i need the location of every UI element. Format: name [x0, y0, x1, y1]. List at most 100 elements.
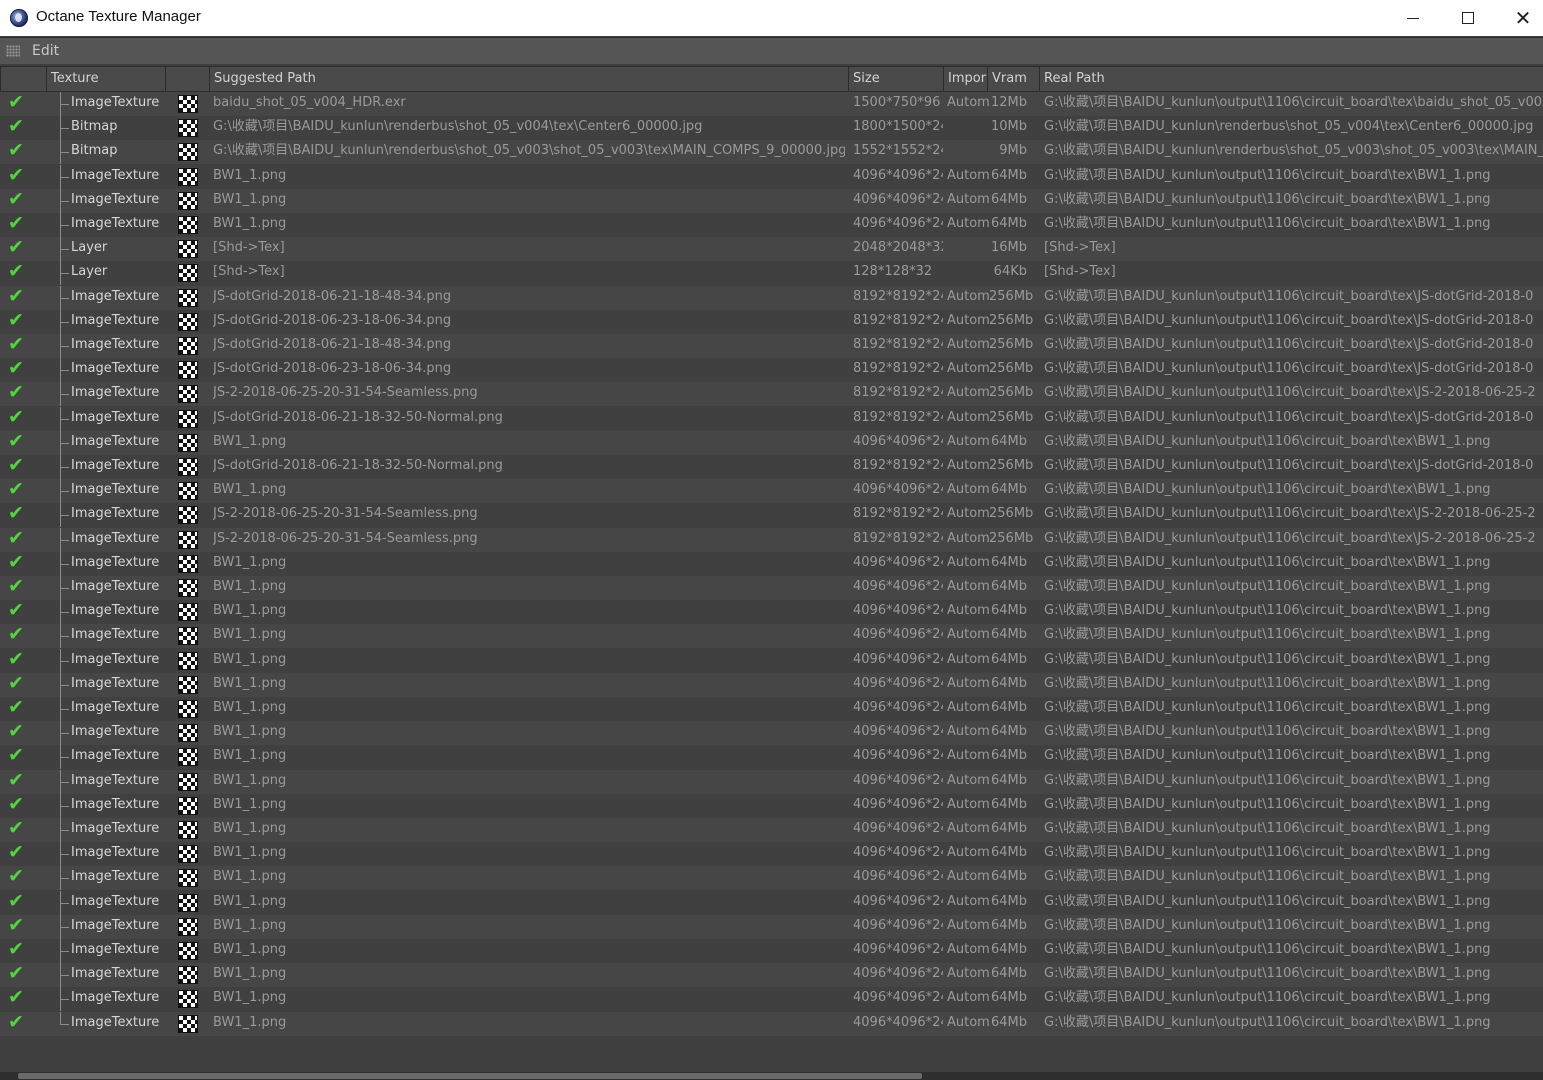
real-path[interactable]: G:\收藏\项目\BAIDU_kunlun\output\1106\circui…: [1044, 358, 1543, 382]
grip-handle-icon[interactable]: [6, 45, 20, 57]
real-path[interactable]: G:\收藏\项目\BAIDU_kunlun\output\1106\circui…: [1044, 866, 1543, 890]
column-header-preview[interactable]: [165, 67, 209, 91]
minimize-button[interactable]: [1386, 0, 1440, 36]
horizontal-scrollbar[interactable]: [0, 1072, 1543, 1080]
texture-preview-icon[interactable]: [178, 676, 198, 694]
close-button[interactable]: ✕: [1496, 0, 1543, 36]
texture-preview-icon[interactable]: [178, 361, 198, 379]
suggested-path[interactable]: BW1_1.png: [213, 987, 845, 1011]
texture-preview-icon[interactable]: [178, 990, 198, 1008]
real-path[interactable]: G:\收藏\项目\BAIDU_kunlun\output\1106\circui…: [1044, 503, 1543, 527]
suggested-path[interactable]: BW1_1.png: [213, 939, 845, 963]
real-path[interactable]: G:\收藏\项目\BAIDU_kunlun\output\1106\circui…: [1044, 382, 1543, 406]
real-path[interactable]: G:\收藏\项目\BAIDU_kunlun\renderbus\shot_05_…: [1044, 140, 1543, 164]
table-row[interactable]: ✔ ImageTexture BW1_1.png 4096*4096*24 Autom 6…: [0, 552, 1543, 576]
real-path[interactable]: G:\收藏\项目\BAIDU_kunlun\output\1106\circui…: [1044, 842, 1543, 866]
table-row[interactable]: ✔ ImageTexture BW1_1.png 4096*4096*24 Autom 6…: [0, 600, 1543, 624]
table-row[interactable]: ✔ Bitmap G:\收藏\项目\BAIDU_kunlun\renderbus\s…: [0, 140, 1543, 164]
real-path[interactable]: G:\收藏\项目\BAIDU_kunlun\renderbus\shot_05_…: [1044, 116, 1543, 140]
texture-preview-icon[interactable]: [178, 482, 198, 500]
real-path[interactable]: G:\收藏\项目\BAIDU_kunlun\output\1106\circui…: [1044, 818, 1543, 842]
suggested-path[interactable]: BW1_1.png: [213, 649, 845, 673]
suggested-path[interactable]: BW1_1.png: [213, 794, 845, 818]
suggested-path[interactable]: BW1_1.png: [213, 697, 845, 721]
suggested-path[interactable]: BW1_1.png: [213, 165, 845, 189]
suggested-path[interactable]: BW1_1.png: [213, 818, 845, 842]
suggested-path[interactable]: BW1_1.png: [213, 963, 845, 987]
suggested-path[interactable]: JS-2-2018-06-25-20-31-54-Seamless.png: [213, 528, 845, 552]
real-path[interactable]: G:\收藏\项目\BAIDU_kunlun\output\1106\circui…: [1044, 939, 1543, 963]
real-path[interactable]: G:\收藏\项目\BAIDU_kunlun\output\1106\circui…: [1044, 431, 1543, 455]
real-path[interactable]: G:\收藏\项目\BAIDU_kunlun\output\1106\circui…: [1044, 1012, 1543, 1036]
real-path[interactable]: [Shd->Tex]: [1044, 261, 1543, 285]
suggested-path[interactable]: BW1_1.png: [213, 915, 845, 939]
real-path[interactable]: G:\收藏\项目\BAIDU_kunlun\output\1106\circui…: [1044, 334, 1543, 358]
texture-preview-icon[interactable]: [178, 627, 198, 645]
real-path[interactable]: G:\收藏\项目\BAIDU_kunlun\output\1106\circui…: [1044, 915, 1543, 939]
texture-preview-icon[interactable]: [178, 918, 198, 936]
texture-preview-icon[interactable]: [178, 555, 198, 573]
table-row[interactable]: ✔ ImageTexture BW1_1.png 4096*4096*24 Autom 6…: [0, 987, 1543, 1011]
table-row[interactable]: ✔ ImageTexture JS-2-2018-06-25-20-31-54-Se…: [0, 382, 1543, 406]
suggested-path[interactable]: G:\收藏\项目\BAIDU_kunlun\renderbus\shot_05_…: [213, 140, 845, 164]
column-header-real-path[interactable]: Real Path: [1039, 67, 1543, 91]
texture-preview-icon[interactable]: [178, 506, 198, 524]
real-path[interactable]: G:\收藏\项目\BAIDU_kunlun\output\1106\circui…: [1044, 697, 1543, 721]
texture-preview-icon[interactable]: [178, 869, 198, 887]
table-row[interactable]: ✔ ImageTexture JS-dotGrid-2018-06-23-18-06…: [0, 358, 1543, 382]
suggested-path[interactable]: [Shd->Tex]: [213, 261, 845, 285]
texture-preview-icon[interactable]: [178, 748, 198, 766]
texture-preview-icon[interactable]: [178, 700, 198, 718]
real-path[interactable]: G:\收藏\项目\BAIDU_kunlun\output\1106\circui…: [1044, 624, 1543, 648]
suggested-path[interactable]: baidu_shot_05_v004_HDR.exr: [213, 92, 845, 116]
texture-preview-icon[interactable]: [178, 337, 198, 355]
texture-preview-icon[interactable]: [178, 821, 198, 839]
table-row[interactable]: ✔ ImageTexture BW1_1.png 4096*4096*24 Autom 6…: [0, 624, 1543, 648]
real-path[interactable]: G:\收藏\项目\BAIDU_kunlun\output\1106\circui…: [1044, 745, 1543, 769]
suggested-path[interactable]: BW1_1.png: [213, 1012, 845, 1036]
suggested-path[interactable]: JS-2-2018-06-25-20-31-54-Seamless.png: [213, 503, 845, 527]
real-path[interactable]: G:\收藏\项目\BAIDU_kunlun\output\1106\circui…: [1044, 455, 1543, 479]
texture-preview-icon[interactable]: [178, 168, 198, 186]
table-row[interactable]: ✔ ImageTexture BW1_1.png 4096*4096*24 Autom 6…: [0, 189, 1543, 213]
texture-preview-icon[interactable]: [178, 289, 198, 307]
table-row[interactable]: ✔ ImageTexture baidu_shot_05_v004_HDR.exr 1…: [0, 92, 1543, 116]
suggested-path[interactable]: JS-dotGrid-2018-06-21-18-32-50-Normal.pn…: [213, 407, 845, 431]
table-row[interactable]: ✔ ImageTexture BW1_1.png 4096*4096*24 Autom 6…: [0, 165, 1543, 189]
column-header-texture[interactable]: Texture: [46, 67, 165, 91]
suggested-path[interactable]: BW1_1.png: [213, 213, 845, 237]
table-row[interactable]: ✔ ImageTexture BW1_1.png 4096*4096*24 Autom 6…: [0, 576, 1543, 600]
suggested-path[interactable]: BW1_1.png: [213, 576, 845, 600]
real-path[interactable]: G:\收藏\项目\BAIDU_kunlun\output\1106\circui…: [1044, 649, 1543, 673]
table-row[interactable]: ✔ ImageTexture JS-dotGrid-2018-06-21-18-48…: [0, 334, 1543, 358]
suggested-path[interactable]: BW1_1.png: [213, 745, 845, 769]
texture-preview-icon[interactable]: [178, 966, 198, 984]
real-path[interactable]: G:\收藏\项目\BAIDU_kunlun\output\1106\circui…: [1044, 794, 1543, 818]
real-path[interactable]: G:\收藏\项目\BAIDU_kunlun\output\1106\circui…: [1044, 286, 1543, 310]
table-row[interactable]: ✔ ImageTexture JS-dotGrid-2018-06-23-18-06…: [0, 310, 1543, 334]
suggested-path[interactable]: BW1_1.png: [213, 770, 845, 794]
texture-preview-icon[interactable]: [178, 773, 198, 791]
real-path[interactable]: G:\收藏\项目\BAIDU_kunlun\output\1106\circui…: [1044, 987, 1543, 1011]
real-path[interactable]: G:\收藏\项目\BAIDU_kunlun\output\1106\circui…: [1044, 963, 1543, 987]
real-path[interactable]: G:\收藏\项目\BAIDU_kunlun\output\1106\circui…: [1044, 479, 1543, 503]
texture-preview-icon[interactable]: [178, 385, 198, 403]
texture-preview-icon[interactable]: [178, 652, 198, 670]
table-row[interactable]: ✔ ImageTexture BW1_1.png 4096*4096*24 Autom 6…: [0, 770, 1543, 794]
suggested-path[interactable]: BW1_1.png: [213, 624, 845, 648]
texture-preview-icon[interactable]: [178, 531, 198, 549]
real-path[interactable]: G:\收藏\项目\BAIDU_kunlun\output\1106\circui…: [1044, 213, 1543, 237]
suggested-path[interactable]: JS-dotGrid-2018-06-21-18-32-50-Normal.pn…: [213, 455, 845, 479]
suggested-path[interactable]: BW1_1.png: [213, 891, 845, 915]
texture-preview-icon[interactable]: [178, 410, 198, 428]
real-path[interactable]: G:\收藏\项目\BAIDU_kunlun\output\1106\circui…: [1044, 310, 1543, 334]
real-path[interactable]: G:\收藏\项目\BAIDU_kunlun\output\1106\circui…: [1044, 891, 1543, 915]
horizontal-scrollbar-thumb[interactable]: [18, 1073, 922, 1079]
maximize-button[interactable]: [1441, 0, 1495, 36]
table-row[interactable]: ✔ ImageTexture BW1_1.png 4096*4096*24 Autom 6…: [0, 745, 1543, 769]
suggested-path[interactable]: JS-dotGrid-2018-06-21-18-48-34.png: [213, 334, 845, 358]
table-row[interactable]: ✔ Bitmap G:\收藏\项目\BAIDU_kunlun\renderbus\s…: [0, 116, 1543, 140]
texture-preview-icon[interactable]: [178, 458, 198, 476]
real-path[interactable]: [Shd->Tex]: [1044, 237, 1543, 261]
texture-preview-icon[interactable]: [178, 942, 198, 960]
